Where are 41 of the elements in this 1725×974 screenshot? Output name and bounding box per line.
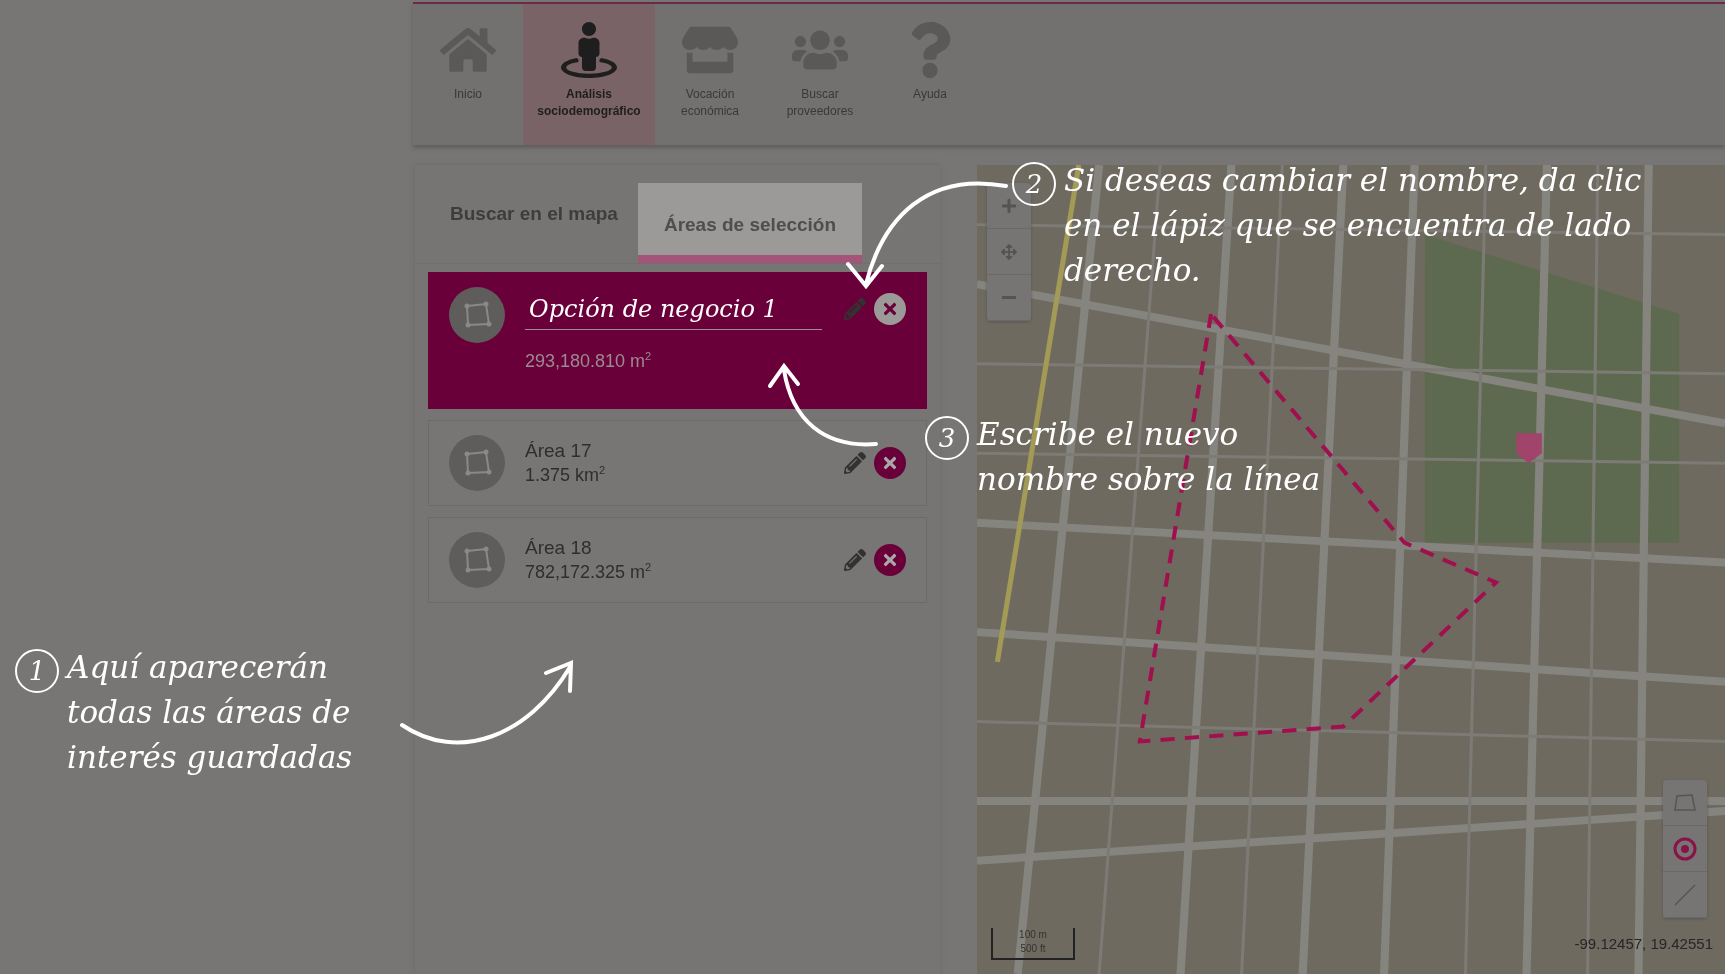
nav-tab[interactable]: Ayuda	[875, 4, 985, 145]
polygon-icon	[449, 435, 505, 491]
polygon-icon	[449, 287, 505, 343]
step-number-badge: 3	[925, 416, 969, 460]
polygon-icon	[449, 532, 505, 588]
person-icon	[561, 22, 617, 78]
line-icon	[1673, 882, 1697, 907]
plus-icon	[1001, 197, 1017, 214]
area-name: Área 17	[525, 440, 593, 462]
name-input-field[interactable]: Opción de negocio 1	[525, 287, 822, 330]
step-number-badge: 1	[15, 649, 59, 693]
close-icon	[881, 454, 899, 472]
close-icon	[881, 551, 899, 569]
panel-tab[interactable]: Áreas de selección	[637, 183, 863, 263]
nav-tab[interactable]: Buscar proveedores	[765, 4, 875, 145]
delete-button[interactable]	[874, 544, 906, 576]
area-card[interactable]: Área 18 782,172.325 m$^{2}$	[428, 517, 927, 603]
nav-tab[interactable]: Inicio	[413, 4, 523, 145]
edit-button[interactable]	[842, 547, 868, 573]
nav-tab[interactable]: Análisis sociodemográfico	[523, 4, 655, 145]
area-name: Área 18	[525, 537, 593, 559]
annotation-text: Escribe el nuevo nombre sobre la línea	[977, 415, 1322, 499]
coordinates-text: -99.12457, 19.42551	[1574, 935, 1713, 952]
polygon-icon	[1673, 792, 1697, 813]
area-card[interactable]: Área 17 1.375 km$^{2}$	[428, 420, 927, 506]
target-icon	[1672, 835, 1698, 862]
close-icon	[881, 300, 899, 318]
edit-button[interactable]	[842, 450, 868, 476]
minus-icon	[1002, 296, 1016, 299]
move-arrows-icon	[1001, 243, 1017, 260]
delete-button[interactable]	[874, 293, 906, 325]
annotation-text: Si deseas cambiar el nombre, da clic en el lápiz que se encuentra de lado derecho.	[1064, 161, 1643, 290]
area-card[interactable]: Opción de negocio 1 293,180.810 m$^{2}$	[428, 272, 927, 409]
area-size: 293,180.810 m$^{2}$	[525, 350, 653, 372]
area-size: 1.375 km$^{2}$	[525, 464, 607, 486]
delete-button[interactable]	[874, 447, 906, 479]
panel-tab[interactable]: Buscar en el mapa	[415, 165, 638, 263]
step-number-badge: 2	[1012, 162, 1056, 206]
nav-tab[interactable]: Vocación económica	[655, 4, 765, 145]
map-pin-icon	[1516, 433, 1542, 464]
area-size: 782,172.325 m$^{2}$	[525, 561, 653, 583]
